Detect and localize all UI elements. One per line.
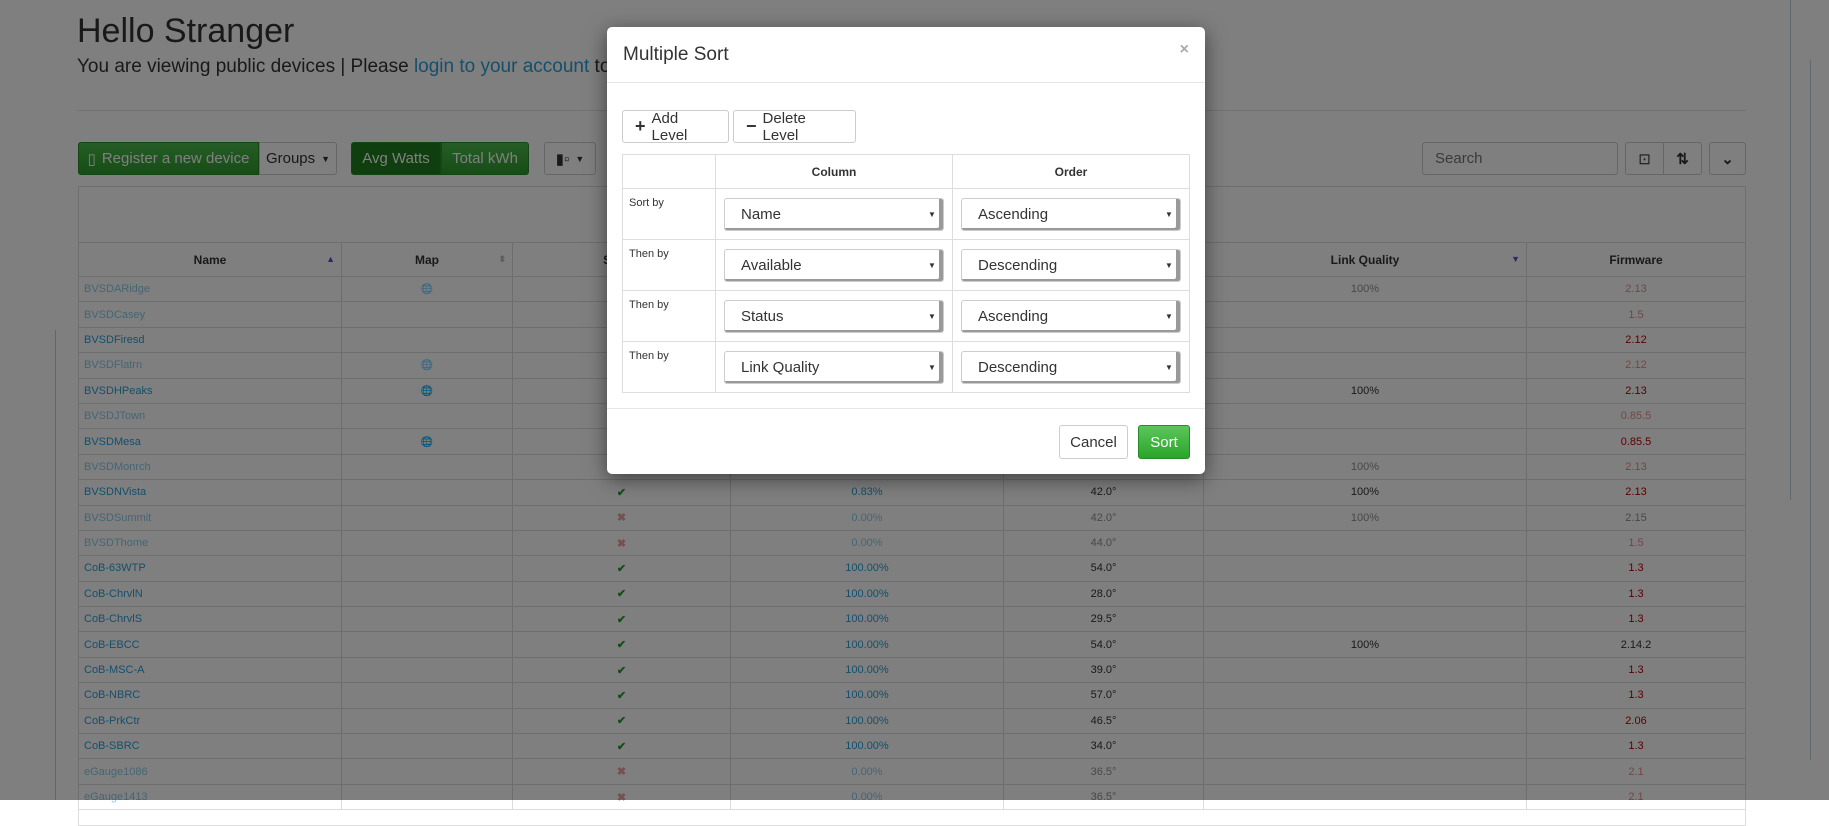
order-select-value: Ascending	[978, 307, 1049, 325]
column-select-value: Status	[741, 307, 784, 325]
level-label: Then by	[622, 290, 716, 342]
caret-down-icon: ▼	[928, 209, 936, 219]
close-icon[interactable]: ×	[1180, 41, 1189, 59]
caret-down-icon: ▼	[1165, 260, 1173, 270]
sort-level-row: Then by Status ▼ Ascending ▼	[622, 290, 1190, 342]
caret-down-icon: ▼	[1165, 209, 1173, 219]
modal-title: Multiple Sort	[623, 44, 729, 65]
plus-icon: +	[635, 116, 646, 136]
order-select-value: Descending	[978, 358, 1058, 376]
level-label: Then by	[622, 341, 716, 393]
sort-button[interactable]: Sort	[1138, 425, 1190, 459]
caret-down-icon: ▼	[1165, 362, 1173, 372]
level-label: Sort by	[622, 188, 716, 240]
order-header: Order	[952, 154, 1190, 189]
column-select-value: Name	[741, 205, 782, 223]
add-level-label: Add Level	[651, 109, 688, 144]
column-select[interactable]: Status ▼	[724, 299, 944, 333]
column-select[interactable]: Available ▼	[724, 248, 944, 282]
column-select[interactable]: Link Quality ▼	[724, 350, 944, 384]
column-select[interactable]: Name ▼	[724, 197, 944, 231]
caret-down-icon: ▼	[928, 311, 936, 321]
modal-footer-divider	[607, 408, 1205, 409]
order-select[interactable]: Ascending ▼	[961, 197, 1181, 231]
modal-header: Multiple Sort ×	[607, 27, 1205, 83]
sort-level-row: Then by Link Quality ▼ Descending ▼	[622, 341, 1190, 393]
column-select-value: Link Quality	[741, 358, 820, 376]
delete-level-button[interactable]: − Delete Level	[733, 109, 856, 144]
multiple-sort-dialog: Multiple Sort × + Add Level − Delete Level …	[607, 27, 1205, 474]
caret-down-icon: ▼	[928, 362, 936, 372]
order-select[interactable]: Descending ▼	[961, 248, 1181, 282]
order-select-value: Descending	[978, 256, 1058, 274]
column-select-value: Available	[741, 256, 802, 274]
order-select[interactable]: Ascending ▼	[961, 299, 1181, 333]
caret-down-icon: ▼	[1165, 311, 1173, 321]
sort-levels-table: Column Order Sort by Name ▼ Ascending ▼ Then…	[622, 154, 1190, 393]
add-level-button[interactable]: + Add Level	[622, 109, 729, 144]
column-header: Column	[715, 154, 953, 189]
delete-level-label: Delete Level	[762, 109, 806, 144]
cancel-button[interactable]: Cancel	[1059, 425, 1128, 459]
order-select-value: Ascending	[978, 205, 1049, 223]
minus-icon: −	[746, 116, 757, 136]
sort-level-row: Sort by Name ▼ Ascending ▼	[622, 188, 1190, 240]
sort-level-row: Then by Available ▼ Descending ▼	[622, 239, 1190, 291]
level-label: Then by	[622, 239, 716, 291]
caret-down-icon: ▼	[928, 260, 936, 270]
order-select[interactable]: Descending ▼	[961, 350, 1181, 384]
label-header	[622, 154, 716, 189]
